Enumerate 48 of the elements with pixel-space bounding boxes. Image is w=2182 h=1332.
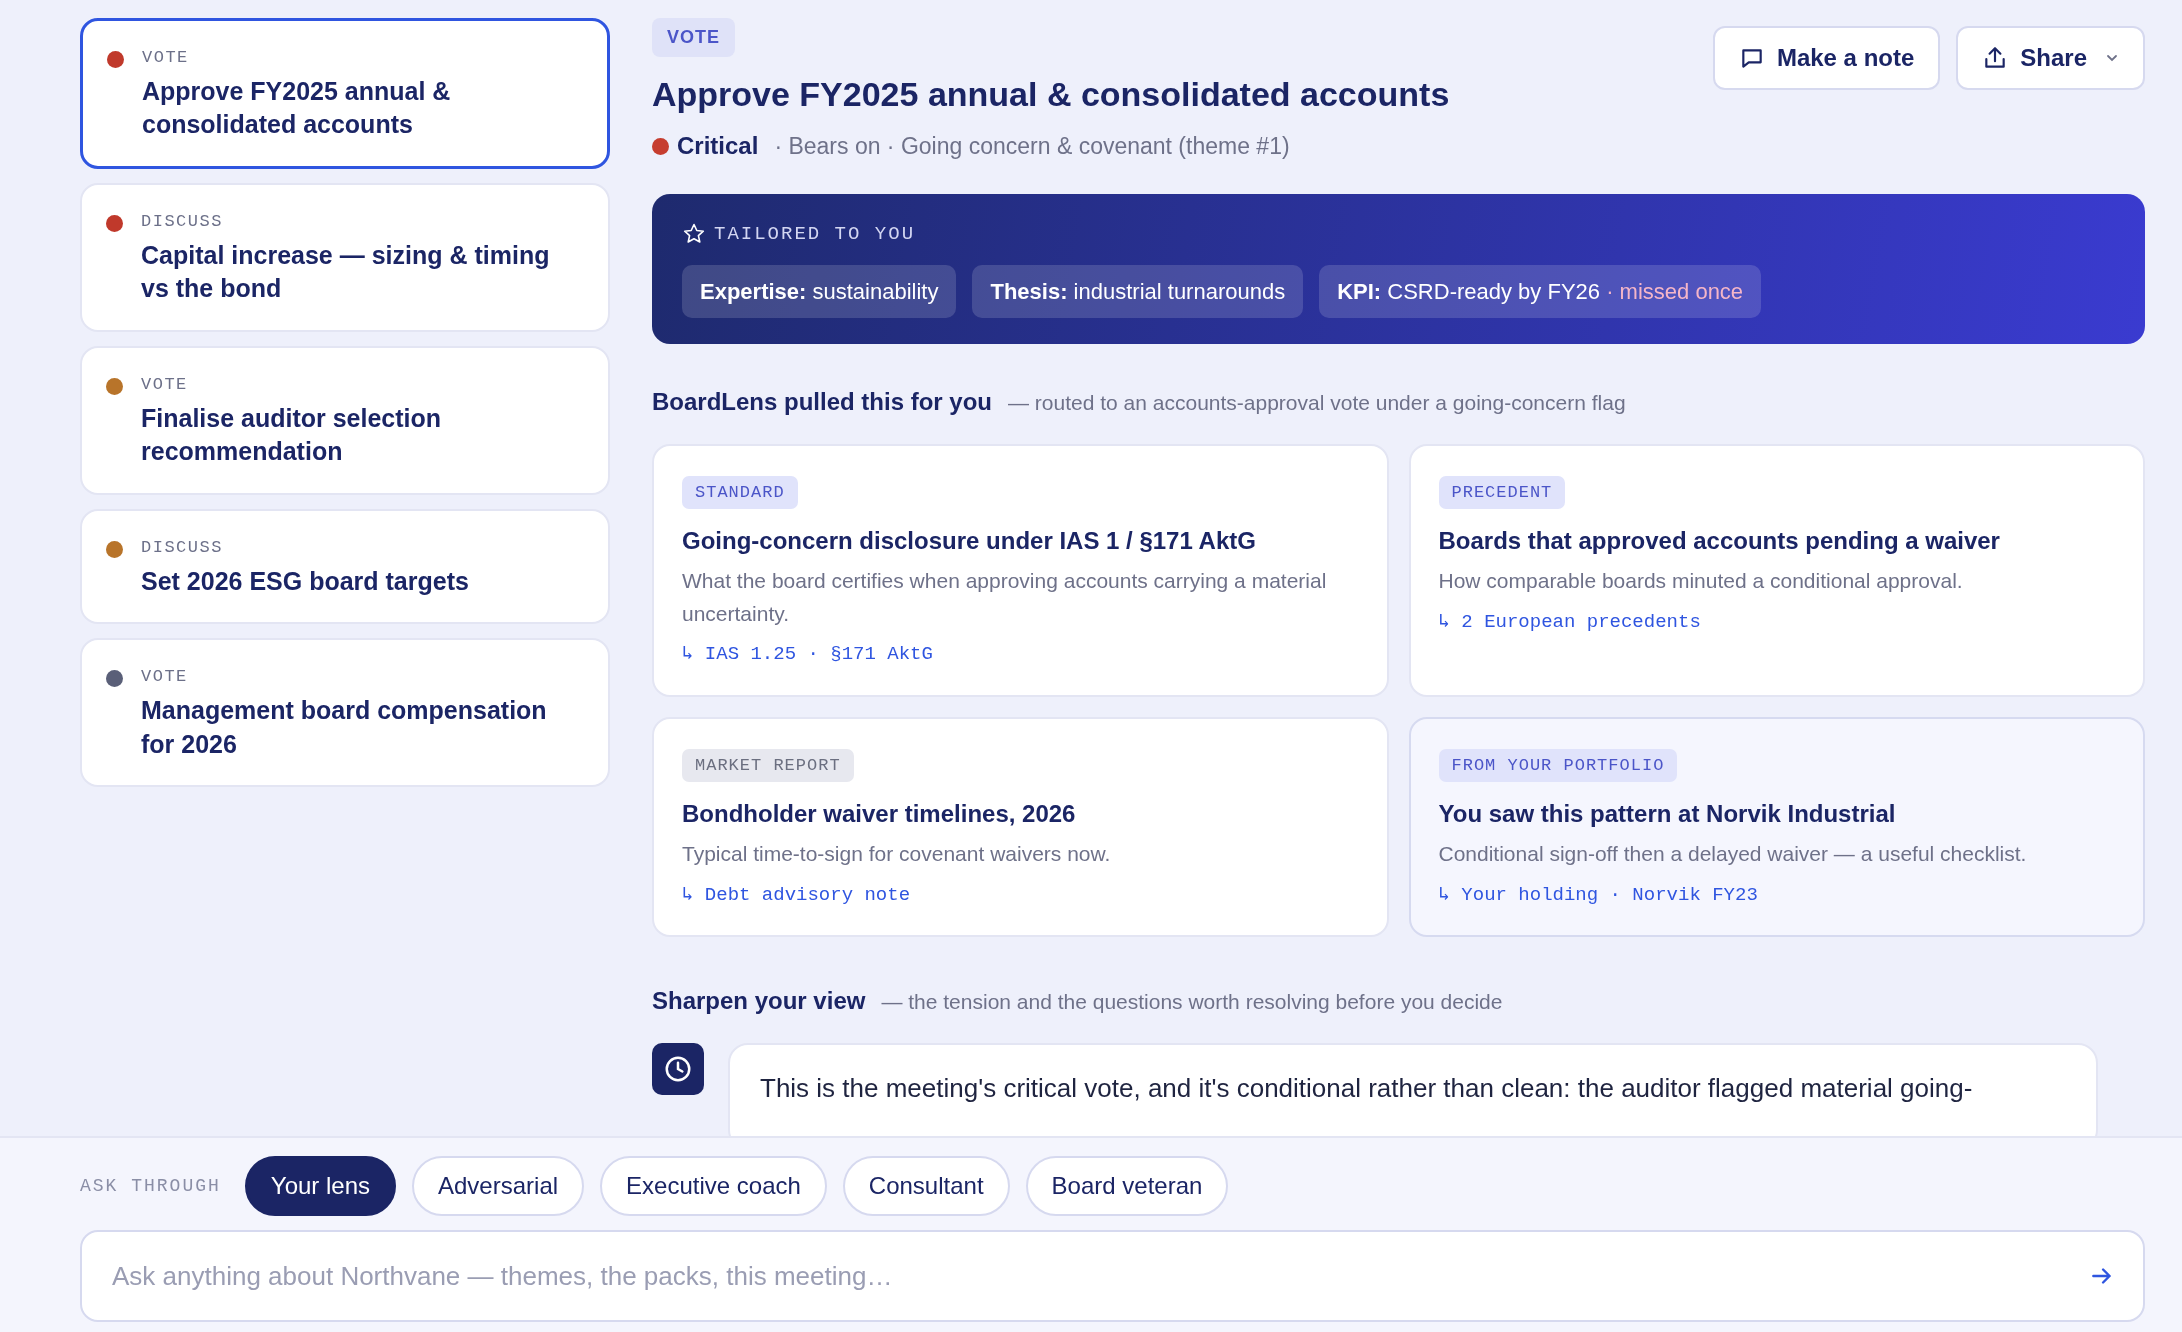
agenda-item[interactable]: DISCUSS Set 2026 ESG board targets — [80, 509, 610, 625]
card-title: Going-concern disclosure under IAS 1 / §171 AktG — [682, 526, 1257, 556]
profile-tag: KPI: CSRD-ready by FY26 · missed once — [1319, 264, 1762, 318]
ask-through-label: ASK THROUGH — [80, 1174, 221, 1198]
section-heading: BoardLens pulled this for you — [652, 386, 993, 417]
card-description: How comparable boards minuted a conditional approval. — [1438, 568, 1964, 594]
card-description: Typical time-to-sign for covenant waivers now. — [682, 841, 1112, 868]
lens-chip[interactable]: Executive coach — [600, 1156, 827, 1216]
agenda-item[interactable]: VOTE Finalise auditor selection recommendation — [80, 346, 610, 495]
assistant-message: This is the meeting's critical vote, and it's conditional rather than clean: the auditor flagged material going- — [728, 1043, 2098, 1136]
severity-label: Critical — [677, 131, 759, 161]
resource-card[interactable]: FROM YOUR PORTFOLIO You saw this pattern at Norvik Industrial Conditional sign-off then a delayed waiver — a useful checklist. ↳ Your holding · Norvik FY23 — [1408, 716, 2145, 938]
resource-card[interactable]: MARKET REPORT Bondholder waiver timelines, 2026 Typical time-to-sign for covenant waivers now. ↳ Debt advisory note — [652, 716, 1389, 938]
section-subtitle: — the tension and the questions worth resolving before you decide — [881, 989, 1503, 1016]
profile-tag: Expertise: sustainability — [682, 264, 957, 318]
share-button[interactable]: Share — [1956, 26, 2145, 90]
note-button[interactable]: Make a note — [1712, 26, 1941, 90]
category-tag: STANDARD — [682, 475, 798, 509]
category-tag: PRECEDENT — [1438, 475, 1566, 509]
source-link[interactable]: ↳ Debt advisory note — [682, 880, 1359, 910]
source-link[interactable]: ↳ 2 European precedents — [1438, 607, 2115, 637]
lens-chip[interactable]: Adversarial — [412, 1156, 585, 1216]
lens-chip[interactable]: Consultant — [842, 1156, 1010, 1216]
clock-icon — [652, 1043, 704, 1096]
source-link[interactable]: ↳ IAS 1.25 · §171 AktG — [682, 640, 1359, 669]
card-title: Boards that approved accounts pending a waiver — [1438, 526, 2001, 556]
lens-chip[interactable]: Your lens — [244, 1156, 396, 1216]
agenda-item[interactable]: VOTE Approve FY2025 annual & consolidated accounts — [80, 18, 610, 169]
item-type-badge: VOTE — [652, 18, 735, 57]
source-link[interactable]: ↳ Your holding · Norvik FY23 — [1438, 880, 2115, 910]
card-description: Conditional sign-off then a delayed waiver — a useful checklist. — [1438, 841, 2028, 868]
agenda-item[interactable]: DISCUSS Capital increase — sizing & timing vs the bond — [80, 183, 610, 332]
item-title: Approve FY2025 annual & consolidated accounts — [652, 74, 1450, 115]
profile-tag: Thesis: industrial turnarounds — [972, 264, 1304, 318]
section-subtitle: — routed to an accounts-approval vote under a going-concern flag — [1008, 389, 1626, 416]
resource-card[interactable]: PRECEDENT Boards that approved accounts pending a waiver How comparable boards minuted a conditional approval. ↳ 2 European precedents — [1408, 443, 2145, 697]
card-title: Bondholder waiver timelines, 2026 — [682, 799, 1077, 830]
section-heading: Sharpen your view — [652, 986, 866, 1017]
tailored-heading: TAILORED TO YOU — [714, 222, 916, 247]
category-tag: FROM YOUR PORTFOLIO — [1438, 748, 1678, 783]
theme-context: · Bears on · Going concern & covenant (theme #1) — [774, 131, 1290, 161]
lens-chip[interactable]: Board veteran — [1025, 1156, 1229, 1216]
card-description: What the board certifies when approving accounts carrying a material uncertainty. — [682, 568, 1328, 627]
agenda-item[interactable]: VOTE Management board compensation for 2026 — [80, 638, 610, 788]
card-title: You saw this pattern at Norvik Industrial — [1438, 799, 1897, 830]
category-tag: MARKET REPORT — [682, 748, 854, 783]
resource-card[interactable]: STANDARD Going-concern disclosure under IAS 1 / §171 AktG What the board certifies when approving accounts carrying a material uncertainty. ↳ IAS 1.25 · §171 AktG — [652, 443, 1389, 697]
ask-input[interactable]: Ask anything about Northvane — themes, the packs, this meeting… — [80, 1230, 2145, 1322]
